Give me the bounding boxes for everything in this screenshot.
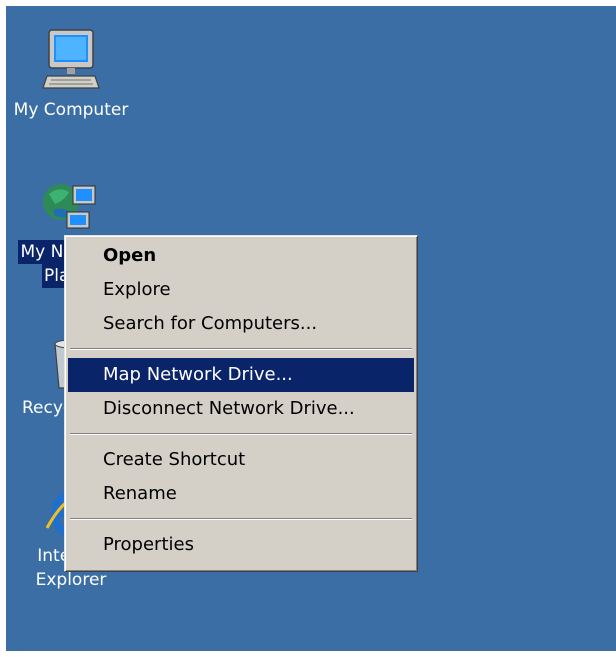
menu-item-map-network-drive[interactable]: Map Network Drive...	[68, 358, 414, 392]
menu-item-search-for-computers[interactable]: Search for Computers...	[68, 307, 414, 341]
desktop-icon-my-computer[interactable]: My Computer	[6, 28, 136, 122]
menu-item-disconnect-network-drive[interactable]: Disconnect Network Drive...	[68, 392, 414, 426]
menu-item-explore[interactable]: Explore	[68, 273, 414, 307]
desktop[interactable]: My Computer My Network Places Recycle Bi…	[6, 6, 616, 651]
menu-item-open[interactable]: Open	[68, 239, 414, 273]
context-menu: Open Explore Search for Computers... Map…	[64, 235, 418, 572]
menu-item-rename[interactable]: Rename	[68, 477, 414, 511]
menu-separator	[70, 518, 412, 520]
menu-item-properties[interactable]: Properties	[68, 528, 414, 562]
menu-separator	[70, 348, 412, 350]
menu-item-create-shortcut[interactable]: Create Shortcut	[68, 443, 414, 477]
network-places-icon	[43, 184, 96, 229]
desktop-icon-label: My Computer	[13, 100, 129, 120]
computer-icon	[42, 29, 100, 89]
menu-separator	[70, 433, 412, 435]
